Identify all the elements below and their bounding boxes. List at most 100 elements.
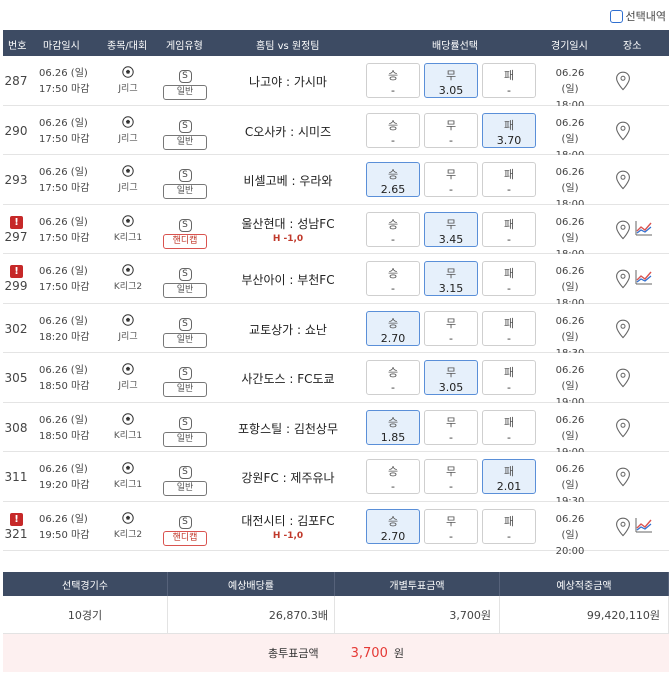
s-badge: S: [178, 119, 192, 133]
odds-win-button[interactable]: 승 -: [366, 112, 420, 148]
odds-draw-button[interactable]: 무 -: [424, 310, 478, 346]
odds-lose-label: 패: [503, 267, 515, 280]
map-pin-icon[interactable]: [615, 467, 631, 487]
game-type-badge: 일반: [163, 85, 207, 100]
deadline-time: 19:50 마감: [39, 529, 90, 541]
odds-draw-button[interactable]: 무 3.15: [424, 261, 478, 296]
s-badge: S: [178, 367, 192, 380]
trend-chart-icon[interactable]: [635, 220, 653, 236]
game-type: S 일반: [158, 63, 212, 100]
selection-history-checkbox[interactable]: [609, 9, 623, 23]
odds-lose-button[interactable]: 패 -: [482, 63, 536, 98]
s-badge: S: [178, 70, 192, 83]
selection-history-toggle[interactable]: 선택내역: [609, 8, 666, 24]
game-date-day: 06.26 (일): [555, 464, 585, 491]
odds-lose-value: -: [507, 232, 511, 246]
odds-lose-value: -: [507, 430, 511, 444]
odds-lose-button[interactable]: 패 -: [482, 261, 536, 296]
odds-draw-button[interactable]: 무 -: [424, 508, 478, 544]
deadline-time: 17:50 마감: [39, 133, 90, 145]
game-type-badge: 일반: [163, 431, 207, 447]
map-pin-icon[interactable]: [615, 319, 631, 339]
deadline: 06.26 (일) 17:50 마감: [39, 66, 89, 98]
odds-win-button[interactable]: 승 -: [366, 459, 420, 494]
match-row: ! 297 06.26 (일) 17:50 마감 K리그1 S 핸디캡 울산현대…: [3, 204, 669, 260]
odds-lose-button[interactable]: 패 -: [482, 310, 536, 346]
league-name: J리그: [118, 84, 138, 94]
odds-win-button[interactable]: 승 -: [366, 360, 420, 395]
odds-draw-value: 3.05: [438, 381, 464, 394]
trend-chart-icon[interactable]: [635, 269, 653, 285]
game-type-badge: 일반: [163, 382, 207, 397]
odds-win-button[interactable]: 승 1.85: [366, 409, 420, 445]
odds-draw-button[interactable]: 무 -: [424, 459, 478, 494]
match-row: 305 06.26 (일) 18:50 마감 J리그 S 일반 사간도스 : F…: [3, 353, 669, 408]
odds-win-button[interactable]: 승 -: [366, 211, 420, 247]
soccer-ball-icon: [122, 363, 134, 375]
alert-icon: !: [10, 215, 23, 229]
odds-lose-button[interactable]: 패 -: [482, 360, 536, 395]
odds-win-button[interactable]: 승 2.65: [366, 162, 420, 197]
map-pin-icon[interactable]: [615, 418, 631, 438]
game-type: S 핸디캡: [158, 509, 212, 546]
odds-lose-button[interactable]: 패 -: [482, 211, 536, 247]
match-number: 290: [4, 123, 28, 138]
odds-draw-button[interactable]: 무 3.05: [424, 360, 478, 395]
soccer-ball-icon: [122, 511, 134, 524]
odds-win-button[interactable]: 승 2.70: [366, 508, 420, 544]
game-date-day: 06.26 (일): [555, 315, 585, 343]
header-game-type: 게임유형: [166, 41, 203, 52]
map-pin-icon[interactable]: [615, 170, 631, 190]
map-pin-icon[interactable]: [615, 517, 631, 537]
odds-win-label: 승: [387, 69, 399, 82]
alert-icon: !: [10, 512, 23, 526]
odds-lose-button[interactable]: 패 -: [482, 409, 536, 445]
selection-history-label: 선택내역: [625, 10, 666, 23]
odds-lose-button[interactable]: 패 2.01: [482, 459, 536, 494]
summary-header-odds: 예상배당률: [168, 572, 335, 596]
match-number: 302: [4, 321, 28, 336]
map-pin-icon[interactable]: [615, 71, 631, 91]
odds-draw-button[interactable]: 무 3.05: [424, 63, 478, 98]
odds-draw-button[interactable]: 무 -: [424, 162, 478, 197]
odds-win-button[interactable]: 승 -: [366, 63, 420, 98]
soccer-ball-icon: [122, 264, 134, 276]
odds-draw-button[interactable]: 무 -: [424, 409, 478, 445]
league: K리그2: [103, 511, 153, 540]
deadline-time: 17:50 마감: [39, 232, 90, 244]
match-number: 308: [4, 420, 28, 435]
odds-win-button[interactable]: 승 -: [366, 261, 420, 296]
match-row: ! 321 06.26 (일) 19:50 마감 K리그2 S 핸디캡 대전시티…: [3, 501, 669, 557]
game-date-day: 06.26 (일): [555, 216, 585, 244]
odds-draw-button[interactable]: 무 -: [424, 112, 478, 148]
game-type-badge: 일반: [163, 283, 207, 298]
odds-lose-label: 패: [503, 217, 515, 231]
trend-chart-icon[interactable]: [635, 517, 653, 533]
teams: 사간도스 : FC도쿄: [218, 370, 358, 387]
teams: C오사카 : 시미즈: [218, 123, 358, 140]
odds-draw-label: 무: [445, 118, 457, 132]
odds-lose-button[interactable]: 패 -: [482, 162, 536, 197]
deadline: 06.26 (일) 19:50 마감: [39, 512, 89, 544]
odds-draw-button[interactable]: 무 3.45: [424, 211, 478, 247]
odds-lose-value: -: [507, 331, 511, 345]
odds-draw-value: -: [449, 529, 453, 543]
match-row: 290 06.26 (일) 17:50 마감 J리그 S 일반 C오사카 : 시…: [3, 105, 669, 161]
odds-win-button[interactable]: 승 2.70: [366, 310, 420, 346]
odds-draw-value: -: [449, 183, 453, 196]
map-pin-icon[interactable]: [615, 121, 631, 141]
team-names: 교토상가 : 쇼난: [249, 322, 327, 337]
deadline: 06.26 (일) 18:50 마감: [39, 363, 89, 395]
summary-count: 10경기: [3, 596, 168, 633]
odds-win-label: 승: [387, 514, 399, 528]
map-pin-icon[interactable]: [615, 269, 631, 289]
odds-lose-button[interactable]: 패 -: [482, 508, 536, 544]
deadline: 06.26 (일) 17:50 마감: [39, 116, 89, 148]
odds-lose-button[interactable]: 패 3.70: [482, 112, 536, 148]
header-teams: 홈팀 vs 원정팀: [256, 41, 320, 52]
deadline: 06.26 (일) 17:50 마감: [39, 215, 89, 247]
total-unit: 원: [393, 647, 404, 660]
map-pin-icon[interactable]: [615, 368, 631, 388]
map-pin-icon[interactable]: [615, 220, 631, 240]
team-names: 대전시티 : 김포FC: [241, 513, 335, 528]
